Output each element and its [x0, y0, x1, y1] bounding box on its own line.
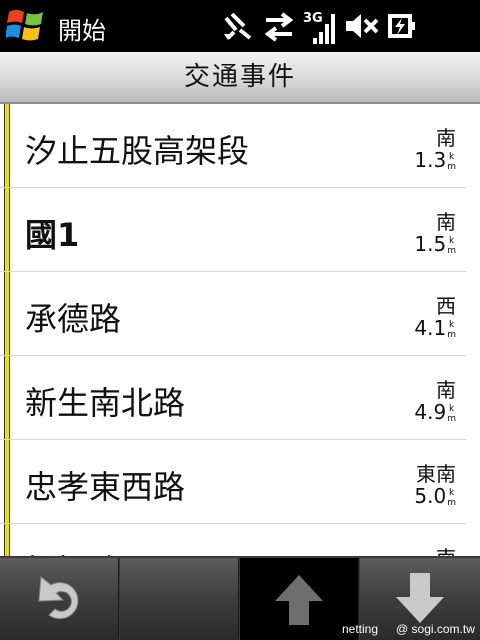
start-menu-label[interactable]: 開始: [58, 11, 106, 46]
list-item[interactable]: 松智路 南: [0, 524, 466, 556]
list-item[interactable]: 承德路 西 4.1 k m: [0, 272, 466, 356]
event-direction: 南: [436, 126, 456, 150]
event-distance: 1.3 k m: [414, 148, 456, 172]
event-direction: 南: [436, 378, 456, 402]
windows-logo-icon[interactable]: [5, 6, 46, 44]
event-name: 新生南北路: [25, 384, 186, 422]
svg-text:3G: 3G: [303, 11, 323, 26]
event-distance: 5.0 k m: [414, 484, 456, 508]
event-direction: 東南: [416, 462, 456, 486]
event-name: 國1: [25, 216, 80, 254]
battery-charging-icon[interactable]: [384, 8, 420, 44]
watermark-left: netting: [342, 622, 379, 636]
list-item[interactable]: 汐止五股高架段 南 1.3 k m: [0, 104, 466, 188]
event-name: 承德路: [25, 300, 122, 338]
arrow-up-icon: [275, 575, 323, 625]
accent-bar: [4, 524, 10, 556]
accent-bar: [4, 188, 10, 271]
title-bar: 交通事件: [0, 52, 480, 104]
back-icon: [38, 576, 79, 620]
event-distance: 4.1 k m: [414, 316, 456, 340]
event-distance: 4.9 k m: [414, 400, 456, 424]
arrow-down-icon: [396, 573, 444, 623]
accent-bar: [4, 356, 10, 439]
traffic-event-list[interactable]: 汐止五股高架段 南 1.3 k m 國1 南 1.5 k m 承德路 西 4.1 k m 新…: [0, 104, 480, 556]
event-name: 忠孝東西路: [25, 468, 186, 506]
page-title: 交通事件: [183, 62, 296, 92]
event-direction: 南: [436, 542, 456, 556]
event-distance: 1.5 k m: [414, 232, 456, 256]
volume-mute-icon[interactable]: [344, 8, 380, 44]
blank-button[interactable]: [120, 558, 239, 640]
accent-bar: [4, 272, 10, 355]
accent-bar: [4, 440, 10, 523]
event-name: 松智路: [25, 546, 121, 556]
list-item[interactable]: 忠孝東西路 東南 5.0 k m: [0, 440, 466, 524]
connectivity-icon[interactable]: [220, 8, 256, 44]
list-item[interactable]: 國1 南 1.5 k m: [0, 188, 466, 272]
event-name: 汐止五股高架段: [25, 132, 250, 170]
event-direction: 南: [436, 210, 456, 234]
event-direction: 西: [436, 294, 456, 318]
back-button[interactable]: [0, 558, 119, 640]
signal-3g-icon[interactable]: 3G: [303, 8, 339, 44]
list-item[interactable]: 新生南北路 南 4.9 k m: [0, 356, 466, 440]
watermark-right: @ sogi.com.tw: [396, 622, 475, 636]
data-transfer-icon[interactable]: [262, 8, 296, 44]
accent-bar: [4, 104, 10, 187]
status-bar: 開始 3G: [0, 0, 480, 52]
